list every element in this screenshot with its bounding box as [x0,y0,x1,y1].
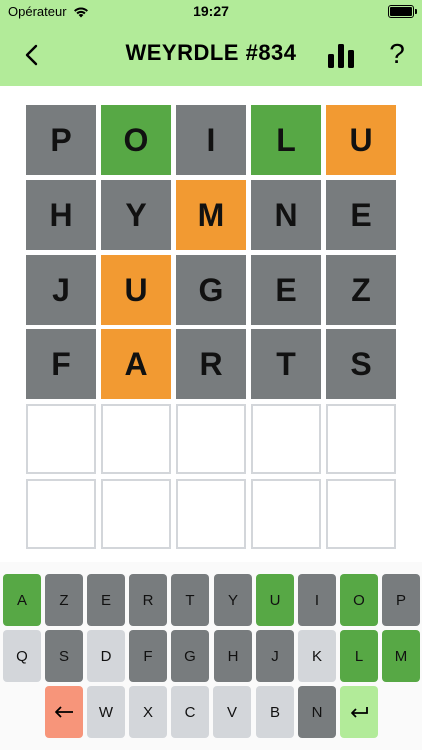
help-button[interactable]: ? [384,36,410,72]
backspace-icon [55,706,73,718]
board-row: HYMNE [26,180,396,250]
board-tile: G [176,255,246,325]
enter-icon [351,707,368,718]
backspace-key[interactable] [45,686,83,738]
board-tile [26,404,96,474]
board-tile: A [101,329,171,399]
status-bar: Opérateur 19:27 [0,0,422,24]
board-row: FARTS [26,329,396,399]
key-f[interactable]: F [129,630,167,682]
key-l[interactable]: L [340,630,378,682]
key-c[interactable]: C [171,686,209,738]
board-tile: O [101,105,171,175]
board-tile: F [26,329,96,399]
board-tile: H [26,180,96,250]
board-tile [176,479,246,549]
key-p[interactable]: P [382,574,420,626]
board-tile: Y [101,180,171,250]
board-tile [26,479,96,549]
board-tile [326,479,396,549]
key-n[interactable]: N [298,686,336,738]
board-tile [101,404,171,474]
key-z[interactable]: Z [45,574,83,626]
board-tile: S [326,329,396,399]
key-b[interactable]: B [256,686,294,738]
key-i[interactable]: I [298,574,336,626]
key-x[interactable]: X [129,686,167,738]
board-tile: U [326,105,396,175]
board-tile [251,404,321,474]
header: Opérateur 19:27 WEYRDLE #834 ? [0,0,422,86]
board-row [26,479,396,549]
stats-button[interactable] [326,42,356,70]
key-u[interactable]: U [256,574,294,626]
board-tile: N [251,180,321,250]
keyboard: AZERTYUIOP QSDFGHJKLM WXCVBN [0,562,422,750]
key-k[interactable]: K [298,630,336,682]
key-v[interactable]: V [213,686,251,738]
key-m[interactable]: M [382,630,420,682]
key-e[interactable]: E [87,574,125,626]
key-d[interactable]: D [87,630,125,682]
board-tile [101,479,171,549]
key-a[interactable]: A [3,574,41,626]
key-s[interactable]: S [45,630,83,682]
key-t[interactable]: T [171,574,209,626]
board-tile: I [176,105,246,175]
page-title: WEYRDLE #834 [125,40,297,65]
enter-key[interactable] [340,686,378,738]
key-j[interactable]: J [256,630,294,682]
board-row: JUGEZ [26,255,396,325]
key-q[interactable]: Q [3,630,41,682]
battery-icon [388,5,417,18]
board-tile: J [26,255,96,325]
board-tile [176,404,246,474]
board-tile: P [26,105,96,175]
board-row [26,404,396,474]
board-tile: L [251,105,321,175]
key-g[interactable]: G [171,630,209,682]
board-tile: E [251,255,321,325]
game-board: POILUHYMNEJUGEZFARTS [26,105,396,549]
key-h[interactable]: H [214,630,252,682]
key-r[interactable]: R [129,574,167,626]
key-y[interactable]: Y [214,574,252,626]
board-tile: Z [326,255,396,325]
board-tile: M [176,180,246,250]
board-tile: U [101,255,171,325]
board-tile: R [176,329,246,399]
board-tile [326,404,396,474]
board-tile [251,479,321,549]
board-row: POILU [26,105,396,175]
status-time: 19:27 [193,3,229,19]
bar-chart-icon [328,44,354,68]
board-tile: E [326,180,396,250]
key-o[interactable]: O [340,574,378,626]
nav-bar: WEYRDLE #834 ? [0,24,422,86]
key-w[interactable]: W [87,686,125,738]
board-tile: T [251,329,321,399]
